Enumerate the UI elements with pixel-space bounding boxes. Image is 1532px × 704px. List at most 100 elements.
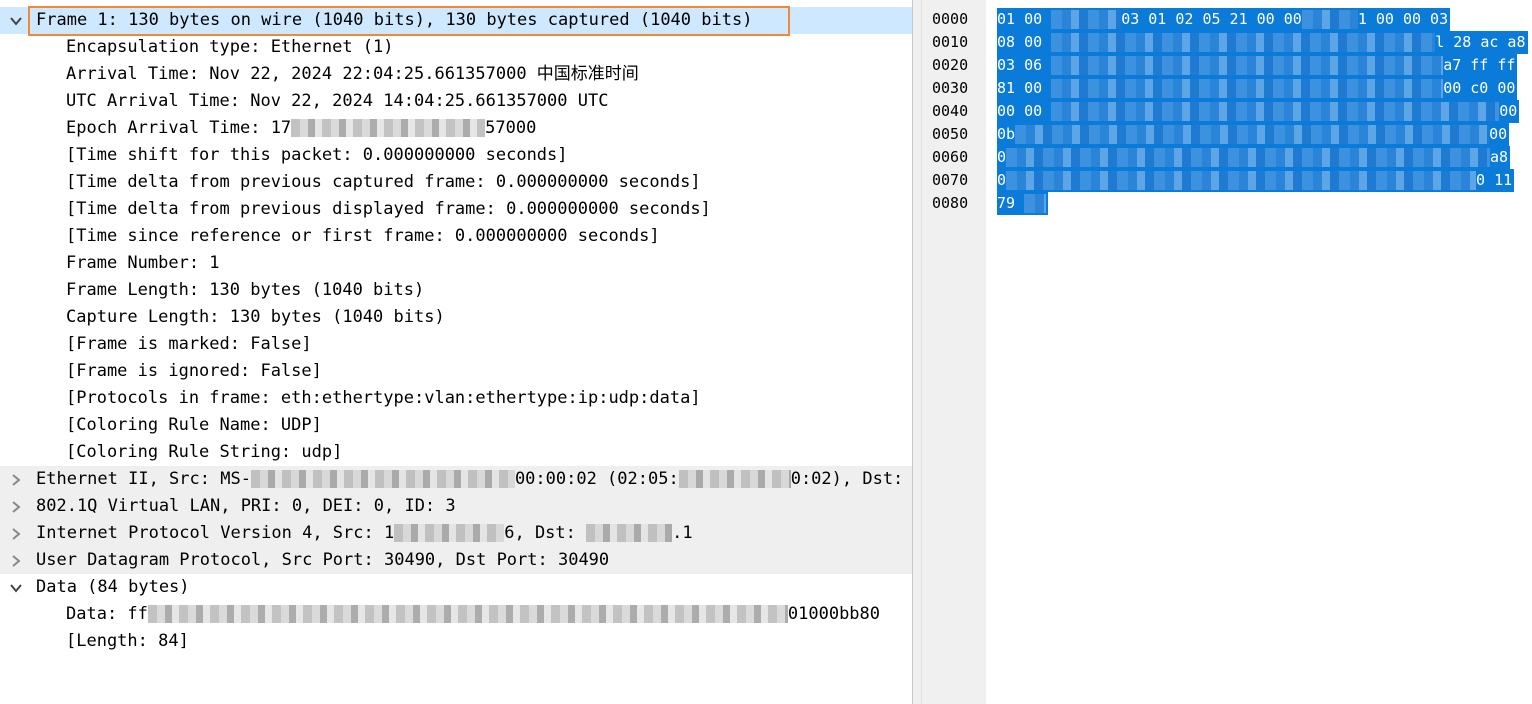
redacted-value: [250, 470, 515, 488]
redacted-bytes: [1301, 10, 1358, 29]
tree-row-arrival-time[interactable]: Arrival Time: Nov 22, 2024 22:04:25.6613…: [0, 61, 912, 88]
redacted-bytes: [1051, 102, 1500, 121]
tree-row-time-shift[interactable]: [Time shift for this packet: 0.000000000…: [0, 142, 912, 169]
tree-row-label: Capture Length: 130 bytes (1040 bits): [66, 307, 445, 327]
tree-row-label: Frame 1: 130 bytes on wire (1040 bits), …: [36, 10, 753, 30]
hex-row[interactable]: 03 06 a7 ff ff: [997, 54, 1518, 77]
tree-row-label: [Coloring Rule String: udp]: [66, 442, 343, 462]
ethernet-mid: 00:00:02 (02:05:: [514, 469, 679, 489]
tree-row-label: Epoch Arrival Time: 17 57000: [66, 115, 536, 142]
hex-offset: 0020: [932, 56, 969, 74]
hex-bytes-right: 00: [1489, 125, 1508, 143]
redacted-value: [586, 524, 673, 542]
hex-bytes-left: 79: [997, 194, 1016, 212]
hex-bytes-right: a8: [1490, 148, 1509, 166]
hex-offset: 0080: [932, 194, 969, 212]
tree-row-epoch-arrival-time[interactable]: Epoch Arrival Time: 17 57000: [0, 115, 912, 142]
tree-row-data-bytes[interactable]: Data: ff 01000bb80: [0, 601, 912, 628]
tree-row-coloring-rule-string[interactable]: [Coloring Rule String: udp]: [0, 439, 912, 466]
hex-row[interactable]: 0 0 11: [997, 169, 1515, 192]
hex-bytes-left: 01 00: [997, 10, 1043, 28]
tree-row-time-since-reference[interactable]: [Time since reference or first frame: 0.…: [0, 223, 912, 250]
redacted-bytes: [1051, 56, 1444, 75]
hex-bytes-right: 0 11: [1476, 171, 1513, 189]
hex-bytes-left: 03 06: [997, 56, 1043, 74]
hex-offset: 0010: [932, 33, 969, 51]
tree-row-delta-displayed[interactable]: [Time delta from previous displayed fram…: [0, 196, 912, 223]
tree-row-label: 802.1Q Virtual LAN, PRI: 0, DEI: 0, ID: …: [36, 496, 456, 516]
tree-row-label: [Time since reference or first frame: 0.…: [66, 226, 660, 246]
epoch-prefix: Epoch Arrival Time: 17: [66, 118, 292, 138]
hex-row[interactable]: 01 00 03 01 02 05 21 00 00 1 00 00 03: [997, 8, 1451, 31]
redacted-value: [678, 470, 791, 488]
tree-row-label: Frame Length: 130 bytes (1040 bits): [66, 280, 425, 300]
hex-bytes-right: l 28 ac a8: [1435, 33, 1526, 51]
hex-row[interactable]: 79: [997, 192, 1049, 215]
hex-row[interactable]: 08 00 l 28 ac a8: [997, 31, 1528, 54]
redacted-bytes: [1015, 125, 1490, 144]
tree-row-utc-arrival-time[interactable]: UTC Arrival Time: Nov 22, 2024 14:04:25.…: [0, 88, 912, 115]
tree-row-ipv4[interactable]: Internet Protocol Version 4, Src: 1 6, Ds…: [0, 520, 912, 547]
chevron-right-icon[interactable]: [6, 466, 26, 493]
tree-row-vlan[interactable]: 802.1Q Virtual LAN, PRI: 0, DEI: 0, ID: …: [0, 493, 912, 520]
hex-offset: 0040: [932, 102, 969, 120]
chevron-down-icon[interactable]: [6, 574, 26, 601]
hex-offset: 0050: [932, 125, 969, 143]
chevron-right-icon[interactable]: [6, 493, 26, 520]
tree-row-coloring-rule-name[interactable]: [Coloring Rule Name: UDP]: [0, 412, 912, 439]
tree-row-frame[interactable]: Frame 1: 130 bytes on wire (1040 bits), …: [0, 7, 912, 34]
hex-bytes-left: 08 00: [997, 33, 1043, 51]
chevron-down-icon[interactable]: [6, 7, 26, 34]
ethernet-prefix: Ethernet II, Src: MS-: [36, 469, 251, 489]
wireshark-panes: Frame 1: 130 bytes on wire (1040 bits), …: [0, 0, 1532, 704]
tree-row-delta-captured[interactable]: [Time delta from previous captured frame…: [0, 169, 912, 196]
hex-row[interactable]: 0b 00: [997, 123, 1510, 146]
hex-offset-column: 0000 0010 0020 0030 0040 0050 0060 0070 …: [922, 0, 986, 704]
redacted-value: [147, 605, 788, 623]
hex-bytes-pane[interactable]: 01 00 03 01 02 05 21 00 00 1 00 00 03 08 …: [987, 0, 1532, 704]
tree-row-encapsulation[interactable]: Encapsulation type: Ethernet (1): [0, 34, 912, 61]
pane-splitter[interactable]: [912, 0, 922, 704]
redacted-bytes: [1051, 79, 1444, 98]
tree-row-label: Frame Number: 1: [66, 253, 220, 273]
data-suffix: 01000bb80: [787, 604, 881, 624]
tree-row-data[interactable]: Data (84 bytes): [0, 574, 912, 601]
hex-offset: 0030: [932, 79, 969, 97]
packet-details-tree[interactable]: Frame 1: 130 bytes on wire (1040 bits), …: [0, 0, 912, 704]
chevron-right-icon[interactable]: [6, 520, 26, 547]
hex-bytes-left: 00 00: [997, 102, 1043, 120]
redacted-bytes: [1024, 194, 1047, 213]
tree-row-udp[interactable]: User Datagram Protocol, Src Port: 30490,…: [0, 547, 912, 574]
tree-row-label: [Length: 84]: [66, 631, 189, 651]
tree-row-label: Encapsulation type: Ethernet (1): [66, 37, 394, 57]
tree-row-frame-ignored[interactable]: [Frame is ignored: False]: [0, 358, 912, 385]
tree-row-label: [Frame is marked: False]: [66, 334, 312, 354]
redacted-value: [291, 119, 486, 137]
hex-bytes-mid: 03 01 02 05 21 00 00: [1121, 10, 1302, 28]
tree-row-frame-marked[interactable]: [Frame is marked: False]: [0, 331, 912, 358]
ipv4-prefix: Internet Protocol Version 4, Src: 1: [36, 523, 395, 543]
tree-row-label: Internet Protocol Version 4, Src: 1 6, Ds…: [36, 520, 693, 547]
chevron-right-icon[interactable]: [6, 547, 26, 574]
hex-row[interactable]: 00 00 00: [997, 100, 1520, 123]
tree-row-label: [Frame is ignored: False]: [66, 361, 322, 381]
tree-row-frame-length[interactable]: Frame Length: 130 bytes (1040 bits): [0, 277, 912, 304]
tree-row-frame-number[interactable]: Frame Number: 1: [0, 250, 912, 277]
tree-row-length[interactable]: [Length: 84]: [0, 628, 912, 655]
hex-bytes-right: 00: [1499, 102, 1518, 120]
tree-row-label: [Time delta from previous captured frame…: [66, 172, 701, 192]
redacted-bytes: [1006, 148, 1491, 167]
ipv4-mid: 6, Dst:: [504, 523, 587, 543]
hex-row[interactable]: 0 a8: [997, 146, 1511, 169]
hex-bytes-left: 0: [997, 148, 1007, 166]
hex-offset: 0060: [932, 148, 969, 166]
ipv4-suffix: .1: [672, 523, 693, 543]
tree-row-ethernet[interactable]: Ethernet II, Src: MS- 00:00:02 (02:05: 0:0…: [0, 466, 912, 493]
tree-row-capture-length[interactable]: Capture Length: 130 bytes (1040 bits): [0, 304, 912, 331]
hex-row[interactable]: 81 00 00 c0 00: [997, 77, 1518, 100]
tree-row-label: [Time delta from previous displayed fram…: [66, 199, 711, 219]
hex-bytes-left: 81 00: [997, 79, 1043, 97]
hex-bytes-right: 1 00 00 03: [1357, 10, 1449, 28]
epoch-suffix: 57000: [485, 118, 537, 138]
tree-row-protocols[interactable]: [Protocols in frame: eth:ethertype:vlan:…: [0, 385, 912, 412]
